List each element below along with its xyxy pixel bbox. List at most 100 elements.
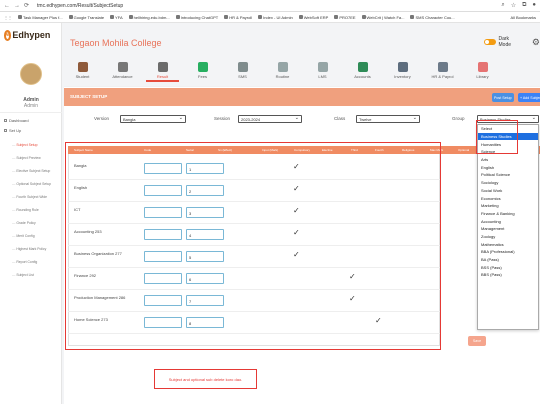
tab-lms[interactable]: LMS <box>304 56 341 80</box>
serial-input[interactable]: 6 <box>186 273 224 284</box>
compulsory-check[interactable]: ✓ <box>293 228 300 237</box>
group-option[interactable]: Sociology <box>478 179 538 187</box>
extensions-icon[interactable]: ⧉ <box>522 2 526 9</box>
group-option[interactable]: BA (Pass) <box>478 256 538 264</box>
code-input[interactable] <box>144 185 182 196</box>
group-option[interactable]: Zoology <box>478 233 538 241</box>
code-input[interactable] <box>144 251 182 262</box>
sidebar-item-setup[interactable]: Set Up <box>4 128 21 133</box>
group-option[interactable]: Political Science <box>478 171 538 179</box>
tab-accounts[interactable]: Accounts <box>344 56 381 80</box>
compulsory-check[interactable]: ✓ <box>293 206 300 215</box>
bookmark-item[interactable]: YFA <box>110 15 123 20</box>
group-option[interactable]: Finance & Banking <box>478 210 538 218</box>
forward-icon[interactable]: → <box>14 3 20 9</box>
fourth-check[interactable]: ✓ <box>375 316 382 325</box>
serial-input[interactable]: 2 <box>186 185 224 196</box>
url-text[interactable]: tmc.edhypen.com/Result/SubjectSetup <box>37 3 123 9</box>
serial-input[interactable]: 7 <box>186 295 224 306</box>
bookmark-item[interactable]: WebSoft ERP <box>298 15 328 20</box>
code-input[interactable] <box>144 229 182 240</box>
group-option[interactable]: Accounting <box>478 217 538 225</box>
star-icon[interactable]: ☆ <box>511 2 516 9</box>
serial-input[interactable]: 1 <box>186 163 224 174</box>
reload-icon[interactable]: ⟳ <box>24 2 29 9</box>
tab-sms[interactable]: SMS <box>224 56 261 80</box>
version-select[interactable]: Bangla <box>120 115 186 123</box>
tab-hr-payroll[interactable]: HR & Payrol <box>424 56 461 80</box>
group-option[interactable]: Marketing <box>478 202 538 210</box>
table-row: Accounting 253 4 <box>68 224 440 246</box>
dark-mode-toggle[interactable] <box>484 39 496 45</box>
bookmark-item[interactable]: Index - UI Admin <box>258 15 293 20</box>
sidebar-item-subject-setup[interactable]: Subject Setup <box>12 143 37 147</box>
tab-student[interactable]: Student <box>64 56 101 80</box>
code-input[interactable] <box>144 163 182 174</box>
tab-library[interactable]: Library <box>464 56 501 80</box>
bookmark-item[interactable]: Google Translate <box>68 15 104 20</box>
gear-icon[interactable]: ⚙ <box>532 37 540 48</box>
all-bookmarks[interactable]: All Bookmarks <box>510 15 536 20</box>
zoom-icon[interactable]: ⌕ <box>501 2 504 9</box>
code-input[interactable] <box>144 273 182 284</box>
sidebar-item-grade-policy[interactable]: Grade Policy <box>12 221 35 225</box>
sidebar-item-fourth-subject[interactable]: Fourth Subject Wide <box>12 195 47 199</box>
code-input[interactable] <box>144 295 182 306</box>
browser-url-bar[interactable]: ← → ⟳ tmc.edhypen.com/Result/SubjectSetu… <box>0 0 540 12</box>
col-subject-name: Subject Name <box>74 148 93 152</box>
profile-icon[interactable]: ● <box>532 2 536 9</box>
class-label: Class <box>334 116 346 121</box>
code-input[interactable] <box>144 207 182 218</box>
session-select[interactable]: 2023-2024 <box>238 115 302 123</box>
group-option[interactable]: BBA (Professional) <box>478 248 538 256</box>
sidebar-item-optional-subject-setup[interactable]: Optional Subject Setup <box>12 182 51 186</box>
sidebar-item-rounding-rule[interactable]: Rounding Rule <box>12 208 38 212</box>
bookmark-item[interactable]: WebCrit | Watch Fa... <box>361 15 404 20</box>
third-check[interactable]: ✓ <box>349 294 356 303</box>
tab-inventory[interactable]: Inventory <box>384 56 421 80</box>
sidebar-item-subject-list[interactable]: Subject List <box>12 273 34 277</box>
bookmark-item[interactable]: HR & Payroll <box>224 15 252 20</box>
compulsory-check[interactable]: ✓ <box>293 184 300 193</box>
tab-fees[interactable]: Fees <box>184 56 221 80</box>
serial-input[interactable]: 8 <box>186 317 224 328</box>
compulsory-check[interactable]: ✓ <box>293 250 300 259</box>
code-input[interactable] <box>144 317 182 328</box>
add-subject-button[interactable]: + Add Subject <box>518 93 540 102</box>
apps-icon[interactable]: ⋮⋮ <box>4 15 12 20</box>
tab-attendance[interactable]: Attendance <box>104 56 141 80</box>
serial-input[interactable]: 3 <box>186 207 224 218</box>
group-option[interactable]: Economics <box>478 194 538 202</box>
sidebar-item-merit-config[interactable]: Merit Config <box>12 234 34 238</box>
sidebar-item-subject-preview[interactable]: Subject Preview <box>12 156 40 160</box>
col-sn-effect: Sn (Effect) <box>218 148 233 152</box>
group-option[interactable]: Management <box>478 225 538 233</box>
bookmark-item[interactable]: hellhiring.edu.bdm... <box>128 15 170 20</box>
group-option[interactable]: BSS (Pass) <box>478 263 538 271</box>
group-option[interactable]: Arts <box>478 156 538 164</box>
save-button[interactable]: Save <box>468 336 486 346</box>
third-check[interactable]: ✓ <box>349 272 356 281</box>
group-option[interactable]: Mathematics <box>478 240 538 248</box>
bookmark-item[interactable]: SMS Character Cou... <box>410 15 455 20</box>
brand-logo[interactable]: e Edhypen <box>4 27 50 43</box>
back-icon[interactable]: ← <box>4 3 10 9</box>
group-option[interactable]: Social Work <box>478 187 538 195</box>
sidebar-item-elective-subject-setup[interactable]: Elective Subject Setup <box>12 169 50 173</box>
tab-result[interactable]: Result <box>144 56 181 82</box>
tab-routine[interactable]: Routine <box>264 56 301 80</box>
group-option[interactable]: BBS (Pass) <box>478 271 538 279</box>
compulsory-check[interactable]: ✓ <box>293 162 300 171</box>
bookmark-item[interactable]: Introducing ChatGPT <box>175 15 218 20</box>
bookmark-item[interactable]: Task Manager Plus f... <box>18 15 63 20</box>
serial-input[interactable]: 4 <box>186 229 224 240</box>
bookmark-item[interactable]: PRO7EE <box>334 15 356 20</box>
sidebar-item-report-config[interactable]: Report Config <box>12 260 37 264</box>
sidebar-item-dashboard[interactable]: Dashboard <box>4 118 29 123</box>
sidebar-item-highest-mark-policy[interactable]: Highest Mark Policy <box>12 247 46 251</box>
class-select[interactable]: Twelve <box>356 115 420 123</box>
group-option[interactable]: English <box>478 163 538 171</box>
post-setup-button[interactable]: Post Setup <box>492 93 514 102</box>
serial-input[interactable]: 5 <box>186 251 224 262</box>
col-serial: Serial <box>186 148 194 152</box>
